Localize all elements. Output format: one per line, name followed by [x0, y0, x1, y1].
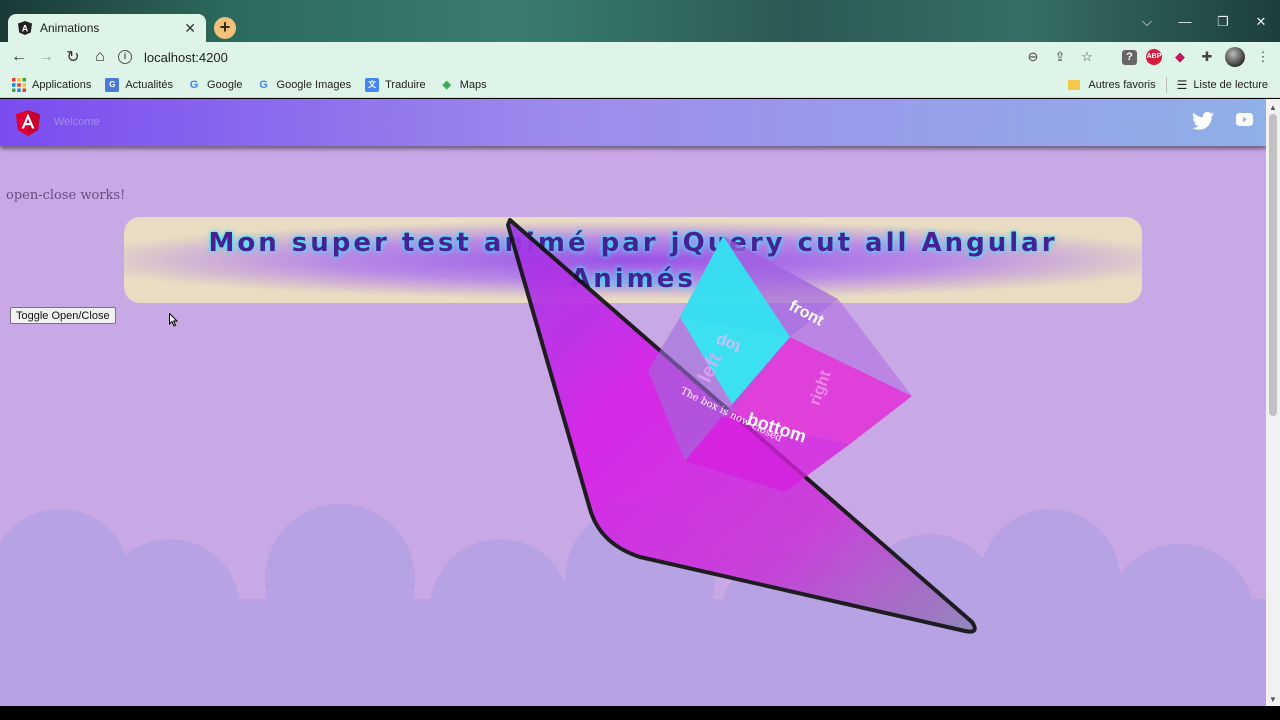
- bookmark-maps[interactable]: ◈ Maps: [440, 78, 487, 92]
- twitter-icon[interactable]: [1192, 111, 1214, 131]
- open-close-status: open-close works!: [6, 188, 126, 203]
- bookmark-applications[interactable]: Applications: [12, 77, 92, 92]
- forward-icon[interactable]: →: [33, 48, 59, 66]
- address-bar[interactable]: i localhost:4200: [118, 42, 228, 72]
- bookmark-label: Google Images: [276, 78, 352, 91]
- bookmark-traduire[interactable]: 文 Traduire: [365, 77, 426, 92]
- cloud-background: [0, 504, 1266, 706]
- scroll-up-arrow-icon[interactable]: ▲: [1269, 103, 1277, 112]
- toolbar-spacer: [1105, 48, 1113, 66]
- help-extension-icon[interactable]: ?: [1122, 49, 1137, 65]
- youtube-icon[interactable]: [1236, 113, 1253, 126]
- home-icon[interactable]: ⌂: [87, 48, 113, 66]
- share-icon[interactable]: ⇪: [1051, 48, 1069, 66]
- bookmark-label: Traduire: [385, 78, 426, 91]
- toolbar-actions: ⊖ ⇪ ☆ ? ABP ◆ ✚ ⋮: [1024, 42, 1272, 72]
- reading-list-icon: ☰: [1176, 78, 1188, 92]
- bookmark-label: Applications: [32, 78, 92, 91]
- extensions-puzzle-icon[interactable]: ✚: [1198, 48, 1216, 66]
- other-favorites[interactable]: Autres favoris: [1088, 79, 1155, 91]
- toggle-open-close-button[interactable]: Toggle Open/Close: [10, 307, 116, 324]
- browser-titlebar: A Animations ✕ + ⌵ — ❐ ✕: [0, 0, 1280, 42]
- tab-close-icon[interactable]: ✕: [184, 20, 196, 37]
- mouse-cursor-icon: [169, 313, 179, 327]
- bookmarks-bar: Applications G Actualités G Google G Goo…: [0, 72, 1280, 98]
- profile-avatar[interactable]: [1225, 47, 1245, 67]
- scrollbar-thumb[interactable]: [1269, 114, 1277, 416]
- angular-favicon-icon: A: [18, 21, 32, 35]
- reload-icon[interactable]: ↻: [60, 47, 86, 67]
- apps-grid-icon: [12, 77, 26, 92]
- new-tab-button[interactable]: +: [214, 17, 236, 39]
- back-icon[interactable]: ←: [6, 48, 32, 66]
- adblock-plus-icon[interactable]: ABP: [1146, 49, 1162, 65]
- tab-search-icon[interactable]: ⌵: [1128, 14, 1166, 30]
- site-info-icon[interactable]: i: [118, 50, 132, 64]
- restore-button[interactable]: ❐: [1204, 14, 1242, 30]
- banner-title: Mon super test animé par jQuery cut all …: [124, 225, 1142, 297]
- bookmark-label: Google: [207, 78, 243, 91]
- url-text[interactable]: localhost:4200: [144, 50, 228, 65]
- browser-tab-animations[interactable]: A Animations ✕: [8, 14, 206, 42]
- folder-icon: [1068, 80, 1081, 90]
- window-controls: ⌵ — ❐ ✕: [1128, 14, 1280, 30]
- menu-kebab-icon[interactable]: ⋮: [1254, 48, 1272, 66]
- reading-list[interactable]: Liste de lecture: [1193, 79, 1268, 91]
- close-window-button[interactable]: ✕: [1242, 14, 1280, 30]
- banner-title-line2: Animés: [570, 264, 696, 294]
- pocket-extension-icon[interactable]: ◆: [1171, 48, 1189, 66]
- maps-icon: ◈: [442, 78, 451, 91]
- bookmark-google[interactable]: G Google: [187, 78, 243, 92]
- google-icon: G: [189, 78, 199, 91]
- page-viewport: Welcome open-close works! Mon super test…: [0, 99, 1266, 706]
- scroll-down-arrow-icon[interactable]: ▼: [1269, 695, 1277, 704]
- star-icon[interactable]: ☆: [1078, 48, 1096, 66]
- welcome-text: Welcome: [54, 116, 100, 128]
- minimize-button[interactable]: —: [1166, 14, 1204, 30]
- bookmark-label: Actualités: [125, 78, 174, 91]
- divider: [1165, 77, 1167, 93]
- browser-toolbar: ← → ↻ ⌂ i localhost:4200 ⊖ ⇪ ☆ ? ABP ◆ ✚…: [0, 42, 1280, 72]
- google-icon: G: [259, 78, 268, 91]
- tab-title: Animations: [40, 21, 100, 35]
- bookmark-label: Maps: [459, 78, 487, 91]
- bookmark-actualites[interactable]: G Actualités: [105, 77, 174, 92]
- title-banner: Mon super test animé par jQuery cut all …: [124, 217, 1142, 303]
- bottom-bar: [0, 706, 1280, 720]
- zoom-icon[interactable]: ⊖: [1024, 48, 1042, 66]
- translate-icon: 文: [365, 77, 380, 92]
- app-toolbar: Welcome: [0, 99, 1266, 146]
- banner-title-line1: Mon super test animé par jQuery cut all …: [208, 228, 1058, 258]
- bookmarks-right: Autres favoris ☰ Liste de lecture: [1068, 72, 1268, 98]
- vertical-scrollbar[interactable]: ▲ ▼: [1266, 99, 1280, 706]
- svg-text:A: A: [22, 24, 29, 34]
- news-icon: G: [105, 77, 120, 92]
- angular-logo-icon[interactable]: [16, 110, 40, 136]
- bookmark-google-images[interactable]: G Google Images: [257, 78, 352, 92]
